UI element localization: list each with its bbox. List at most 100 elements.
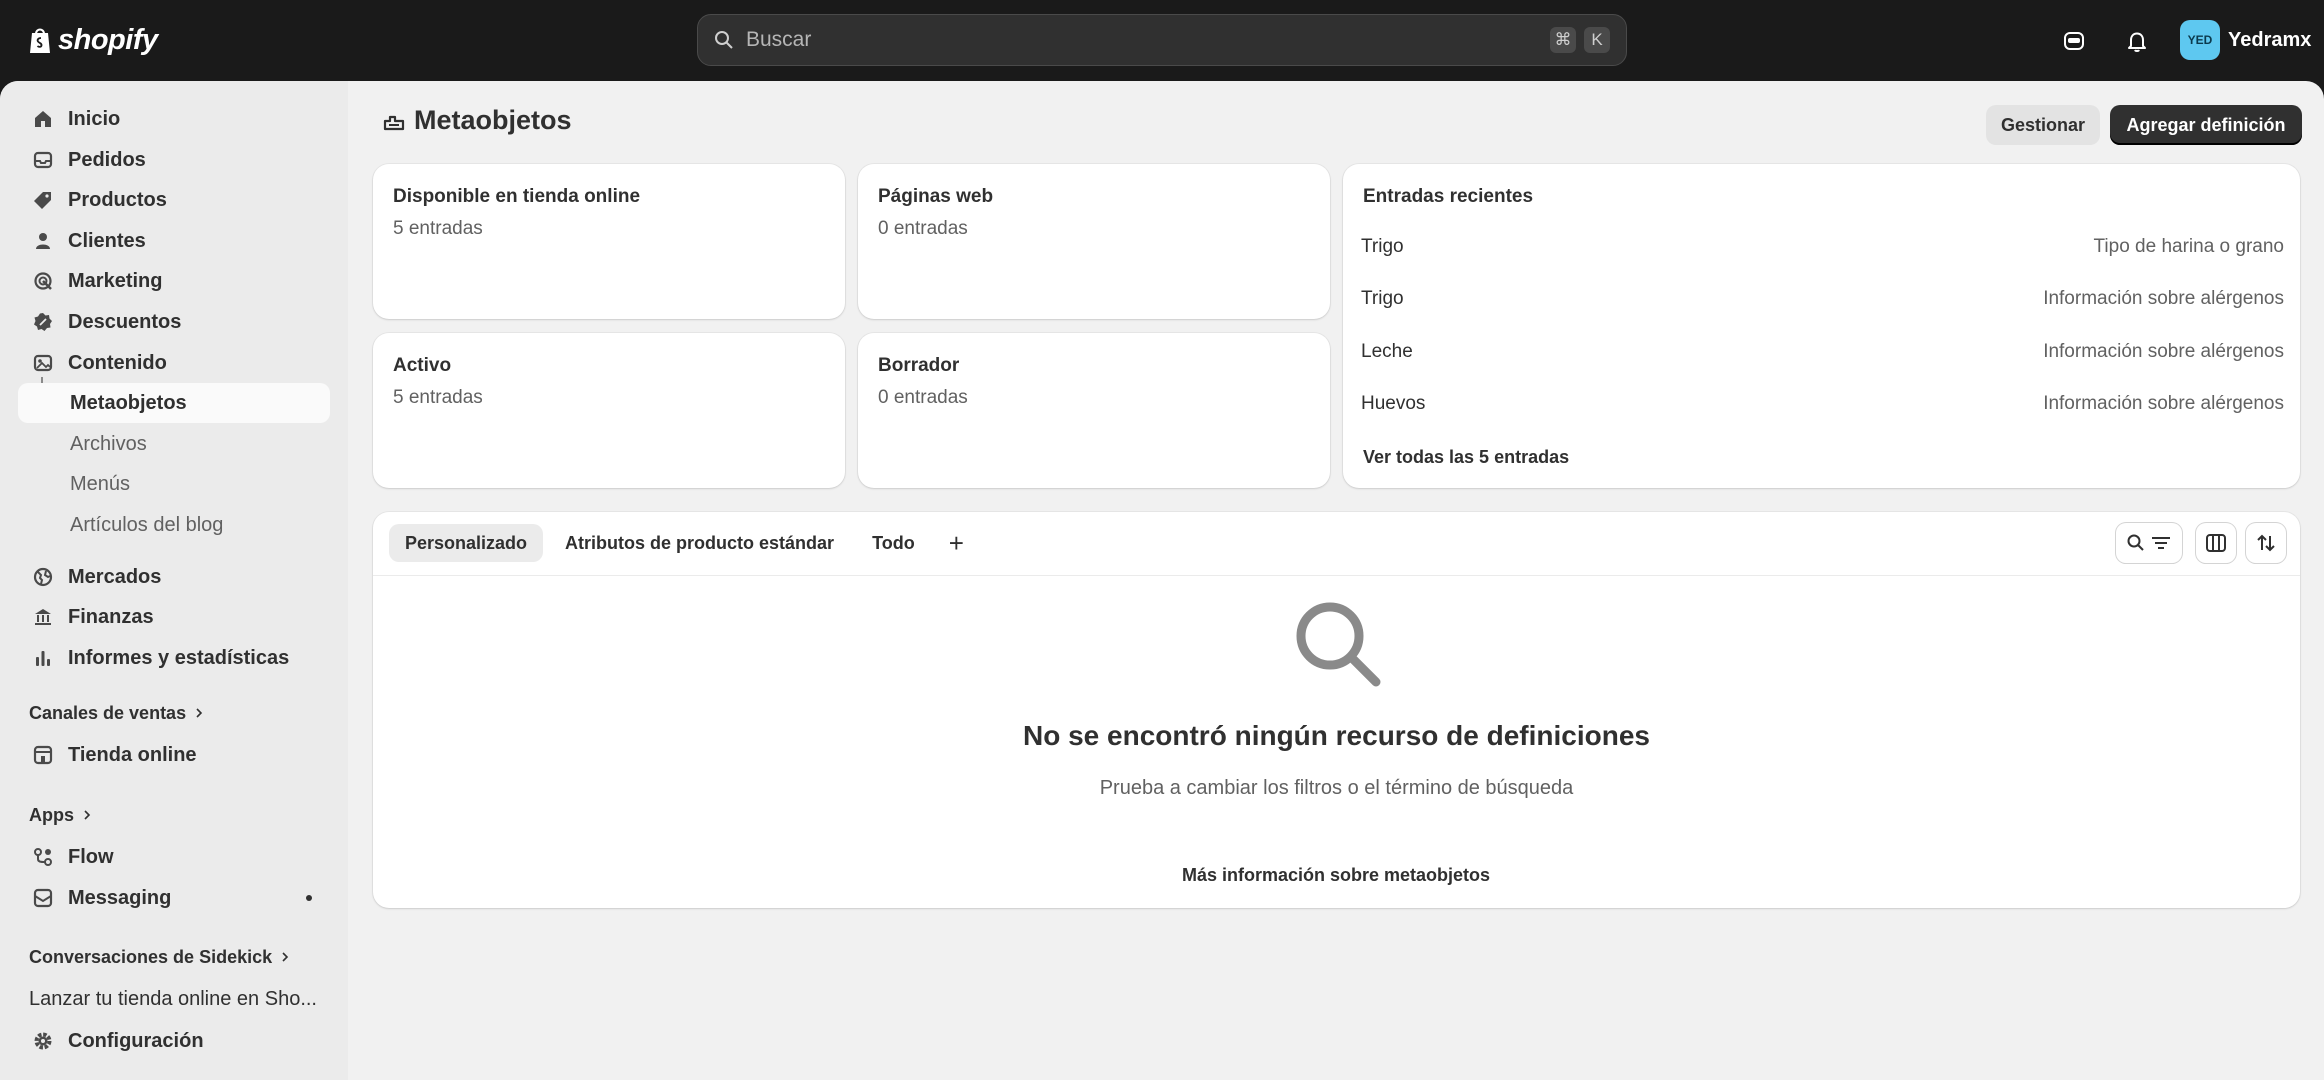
content-icon bbox=[32, 352, 54, 374]
shopify-bag-icon bbox=[30, 28, 50, 53]
filter-icon bbox=[2152, 537, 2170, 549]
tab-atributos-estandar[interactable]: Atributos de producto estándar bbox=[549, 524, 850, 562]
card-title: Borrador bbox=[878, 355, 960, 376]
sidebar-item-label: Pedidos bbox=[68, 148, 146, 171]
see-all-entries-link[interactable]: Ver todas las 5 entradas bbox=[1363, 447, 1569, 468]
entry-name: Trigo bbox=[1361, 236, 1404, 257]
card-web-pages[interactable]: Páginas web 0 entradas bbox=[858, 164, 1330, 319]
notifications-button[interactable] bbox=[2120, 24, 2154, 58]
empty-state-title: No se encontró ningún recurso de definic… bbox=[1023, 720, 1650, 751]
user-name: Yedramx bbox=[2228, 28, 2312, 51]
sidebar-item-descuentos[interactable]: Descuentos bbox=[18, 302, 330, 342]
tab-todo[interactable]: Todo bbox=[856, 524, 931, 562]
card-title: Páginas web bbox=[878, 186, 994, 207]
search-input[interactable]: Buscar bbox=[746, 28, 1542, 52]
list-item[interactable]: Trigo Información sobre alérgenos bbox=[1361, 288, 2284, 310]
sidebar-item-label: Messaging bbox=[68, 886, 172, 909]
definitions-card: Personalizado Atributos de producto está… bbox=[373, 512, 2300, 908]
sidebar-item-label: Flow bbox=[68, 845, 114, 868]
chevron-right-icon bbox=[194, 703, 204, 724]
recent-entries-card: Entradas recientes Trigo Tipo de harina … bbox=[1343, 164, 2300, 488]
globe-icon bbox=[32, 566, 54, 588]
chevron-right-icon bbox=[280, 947, 290, 968]
sidebar-item-archivos[interactable]: Archivos bbox=[18, 424, 330, 464]
entry-type: Información sobre alérgenos bbox=[2043, 341, 2284, 362]
inbox-icon bbox=[32, 149, 54, 171]
user-menu[interactable]: YED Yedramx bbox=[2180, 20, 2311, 60]
list-item[interactable]: Leche Información sobre alérgenos bbox=[1361, 341, 2284, 363]
page-title-text: Metaobjetos bbox=[414, 105, 572, 135]
card-active[interactable]: Activo 5 entradas bbox=[373, 333, 845, 488]
sidebar-section-canales[interactable]: Canales de ventas bbox=[29, 703, 204, 724]
search-icon bbox=[2127, 534, 2144, 551]
learn-more-link[interactable]: Más información sobre metaobjetos bbox=[372, 865, 2300, 886]
search-icon bbox=[715, 31, 733, 49]
sidebar-item-label: Productos bbox=[68, 188, 167, 211]
sidebar-item-contenido[interactable]: Contenido bbox=[18, 343, 330, 383]
sidebar-item-sidekick-conversation[interactable]: Lanzar tu tienda online en Sho... bbox=[18, 979, 330, 1019]
search-filter-button[interactable] bbox=[2116, 523, 2182, 563]
sidebar-section-sidekick[interactable]: Conversaciones de Sidekick bbox=[29, 947, 290, 968]
sidebar-item-pedidos[interactable]: Pedidos bbox=[18, 140, 330, 180]
add-tab-button[interactable]: + bbox=[937, 524, 976, 562]
sidebar-item-inicio[interactable]: Inicio bbox=[18, 99, 330, 139]
list-item[interactable]: Huevos Información sobre alérgenos bbox=[1361, 393, 2284, 415]
sidebar-item-configuracion[interactable]: Configuración bbox=[18, 1021, 330, 1061]
entry-name: Leche bbox=[1361, 341, 1413, 362]
sidebar-item-tienda-online[interactable]: Tienda online bbox=[18, 735, 330, 775]
card-online-store[interactable]: Disponible en tienda online 5 entradas bbox=[373, 164, 845, 319]
sidebar-item-informes[interactable]: Informes y estadísticas bbox=[18, 638, 330, 678]
store-icon bbox=[32, 744, 54, 766]
sort-button[interactable] bbox=[2246, 523, 2286, 563]
sidebar-item-metaobjetos[interactable]: Metaobjetos bbox=[18, 383, 330, 423]
sort-icon bbox=[2257, 534, 2275, 552]
divider bbox=[373, 575, 2300, 576]
sidebar-item-mercados[interactable]: Mercados bbox=[18, 557, 330, 597]
sidekick-button[interactable] bbox=[2057, 24, 2091, 58]
sidebar-item-label: Finanzas bbox=[68, 605, 154, 628]
person-icon bbox=[32, 230, 54, 252]
sidebar-item-flow[interactable]: Flow bbox=[18, 837, 330, 877]
sidebar-item-label: Mercados bbox=[68, 565, 162, 588]
sidebar-item-articulos-blog[interactable]: Artículos del blog bbox=[18, 505, 330, 545]
entry-type: Información sobre alérgenos bbox=[2043, 288, 2284, 309]
avatar: YED bbox=[2180, 20, 2220, 60]
add-definition-button[interactable]: Agregar definición bbox=[2110, 105, 2302, 145]
entry-type: Información sobre alérgenos bbox=[2043, 393, 2284, 414]
entry-name: Trigo bbox=[1361, 288, 1404, 309]
target-icon bbox=[32, 270, 54, 292]
manage-button[interactable]: Gestionar bbox=[1986, 105, 2100, 145]
search-bar[interactable]: Buscar ⌘ K bbox=[697, 14, 1627, 66]
home-icon bbox=[32, 108, 54, 130]
sidebar-item-label: Clientes bbox=[68, 229, 146, 252]
tab-personalizado[interactable]: Personalizado bbox=[389, 524, 544, 562]
columns-icon bbox=[2206, 534, 2226, 552]
top-bar: shopify Buscar ⌘ K YED Yedramx bbox=[0, 0, 2324, 81]
list-item[interactable]: Trigo Tipo de harina o grano bbox=[1361, 236, 2284, 258]
sidebar: Inicio Pedidos Productos Clientes Market… bbox=[0, 81, 348, 1080]
sidebar-item-marketing[interactable]: Marketing bbox=[18, 261, 330, 301]
sidebar-item-label: Contenido bbox=[68, 351, 167, 374]
columns-button[interactable] bbox=[2196, 523, 2236, 563]
sidebar-item-label: Tienda online bbox=[68, 743, 197, 766]
sidebar-item-menus[interactable]: Menús bbox=[18, 464, 330, 504]
definitions-tabs: Personalizado Atributos de producto está… bbox=[389, 524, 976, 562]
sidebar-item-productos[interactable]: Productos bbox=[18, 180, 330, 220]
card-draft[interactable]: Borrador 0 entradas bbox=[858, 333, 1330, 488]
sidebar-item-finanzas[interactable]: Finanzas bbox=[18, 597, 330, 637]
app-frame: Inicio Pedidos Productos Clientes Market… bbox=[0, 81, 2324, 1080]
messaging-icon bbox=[32, 887, 54, 909]
card-count: 5 entradas bbox=[393, 387, 483, 408]
shortcut-cmd-key: ⌘ bbox=[1550, 27, 1576, 53]
sidebar-item-clientes[interactable]: Clientes bbox=[18, 221, 330, 261]
chevron-right-icon bbox=[82, 805, 92, 826]
shopify-logo[interactable]: shopify bbox=[28, 20, 158, 60]
sidebar-section-apps[interactable]: Apps bbox=[29, 805, 92, 826]
tag-icon bbox=[32, 189, 54, 211]
empty-state-search-icon bbox=[1292, 598, 1384, 695]
page-title: Metaobjetos bbox=[382, 105, 572, 136]
sidebar-item-messaging[interactable]: Messaging bbox=[18, 878, 330, 918]
card-title: Disponible en tienda online bbox=[393, 186, 641, 207]
entry-name: Huevos bbox=[1361, 393, 1426, 414]
sidebar-item-label: Inicio bbox=[68, 107, 121, 130]
